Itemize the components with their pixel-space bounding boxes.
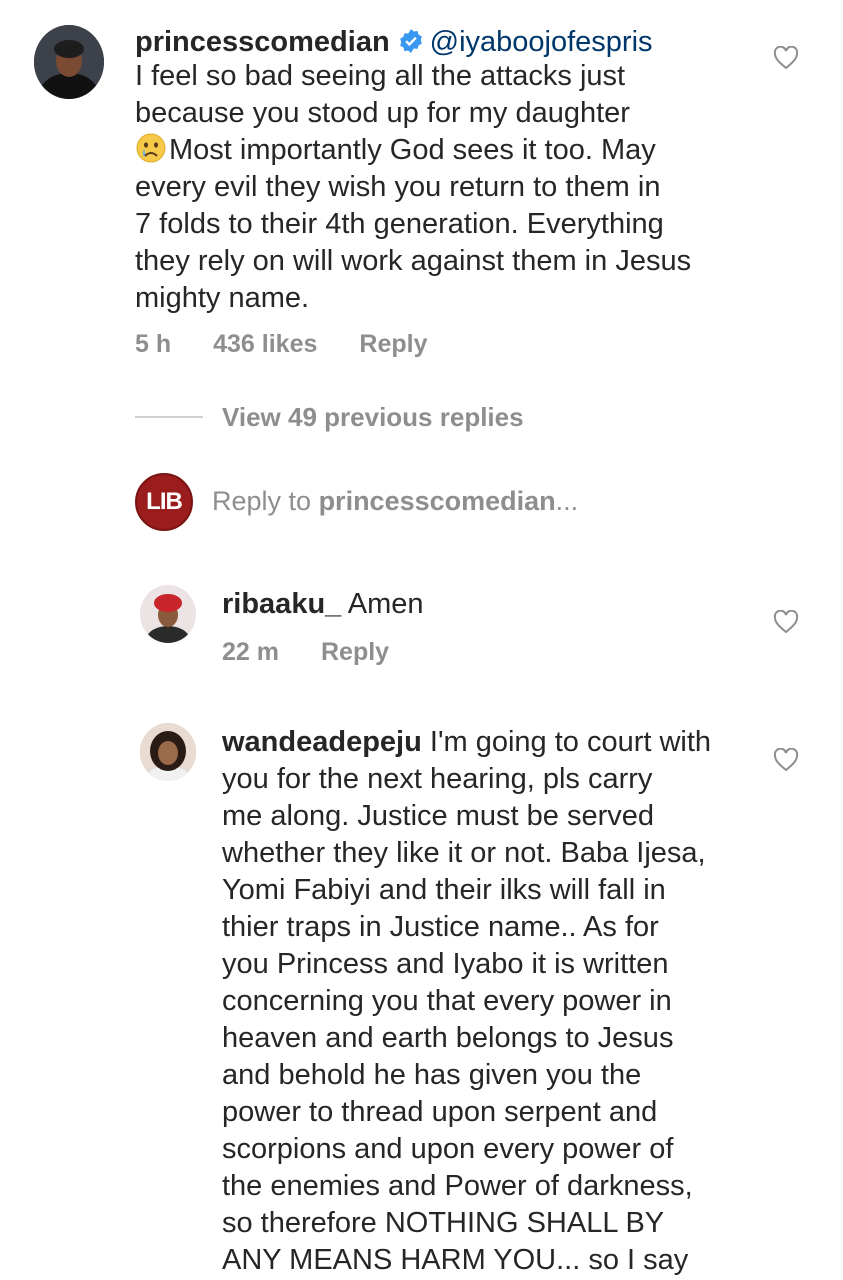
comment-line: power to thread upon serpent and xyxy=(222,1096,658,1128)
verified-badge-icon xyxy=(399,29,422,53)
avatar-wandeadepeju[interactable] xyxy=(140,723,196,781)
reply-comment-ribaaku: ribaaku_ Amen xyxy=(222,587,424,621)
reply-comment-wandeadepeju: wandeadepeju I'm going to court with you… xyxy=(222,724,762,1279)
comment-line: so therefore NOTHING SHALL BY xyxy=(222,1207,665,1239)
avatar-ribaaku[interactable] xyxy=(140,585,196,643)
comment-line: every evil they wish you return to them … xyxy=(135,171,661,203)
main-comment-meta: 5 h 436 likes Reply xyxy=(135,330,469,359)
reply-text: Amen xyxy=(347,588,424,620)
reply-input[interactable]: Reply to princesscomedian... xyxy=(212,486,578,517)
like-heart-icon[interactable] xyxy=(773,46,799,70)
comment-line: you Princess and Iyabo it is written xyxy=(222,948,669,980)
comment-line: me along. Justice must be served xyxy=(222,800,654,832)
main-comment-header: princesscomedian @iyaboojofespris xyxy=(135,25,653,59)
comment-line: ANY MEANS HARM YOU... so I say xyxy=(222,1244,689,1276)
reply-target: princesscomedian xyxy=(318,486,556,516)
lib-avatar: LIB xyxy=(135,473,193,531)
reply-prefix: Reply to xyxy=(212,486,319,516)
username-princesscomedian[interactable]: princesscomedian xyxy=(135,26,390,58)
comment-line: Yomi Fabiyi and their ilks will fall in xyxy=(222,874,666,906)
comment-line: Most importantly God sees it too. May xyxy=(135,132,775,169)
comment-time: 5 h xyxy=(135,330,172,358)
comment-line: thier traps in Justice name.. As for xyxy=(222,911,659,943)
comment-line: heaven and earth belongs to Jesus xyxy=(222,1022,674,1054)
reply-suffix: ... xyxy=(555,486,579,516)
comment-line: mighty name. xyxy=(135,282,310,314)
avatar-princesscomedian[interactable] xyxy=(34,25,104,99)
main-comment-text: I feel so bad seeing all the attacks jus… xyxy=(135,58,775,317)
comment-line: wandeadepeju I'm going to court with xyxy=(222,726,712,758)
likes-count[interactable]: 436 likes xyxy=(213,330,317,358)
comment-line: concerning you that every power in xyxy=(222,985,672,1017)
replies-divider-line xyxy=(135,416,203,418)
comment-line: I feel so bad seeing all the attacks jus… xyxy=(135,60,626,92)
like-heart-icon[interactable] xyxy=(773,610,799,634)
username-wandeadepeju[interactable]: wandeadepeju xyxy=(222,726,422,758)
view-previous-replies-button[interactable]: View 49 previous replies xyxy=(222,402,524,433)
reply-button[interactable]: Reply xyxy=(359,330,427,358)
comment-line: you for the next hearing, pls carry xyxy=(222,763,653,795)
comment-line: whether they like it or not. Baba Ijesa, xyxy=(222,837,706,869)
comment-line: because you stood up for my daughter xyxy=(135,97,630,129)
username-ribaaku[interactable]: ribaaku_ xyxy=(222,588,341,620)
comment-line: they rely on will work against them in J… xyxy=(135,245,692,277)
reply-button[interactable]: Reply xyxy=(321,638,389,666)
mention-link[interactable]: @iyaboojofespris xyxy=(430,26,653,58)
lib-logo-text: LIB xyxy=(146,488,183,515)
comment-line: scorpions and upon every power of xyxy=(222,1133,674,1165)
crying-face-emoji-icon xyxy=(136,133,166,163)
like-heart-icon[interactable] xyxy=(773,748,799,772)
comment-time: 22 m xyxy=(222,638,279,666)
comment-line: and behold he has given you the xyxy=(222,1059,642,1091)
comment-line: 7 folds to their 4th generation. Everyth… xyxy=(135,208,664,240)
comment-line: the enemies and Power of darkness, xyxy=(222,1170,693,1202)
reply-meta-ribaaku: 22 m Reply xyxy=(222,638,431,667)
